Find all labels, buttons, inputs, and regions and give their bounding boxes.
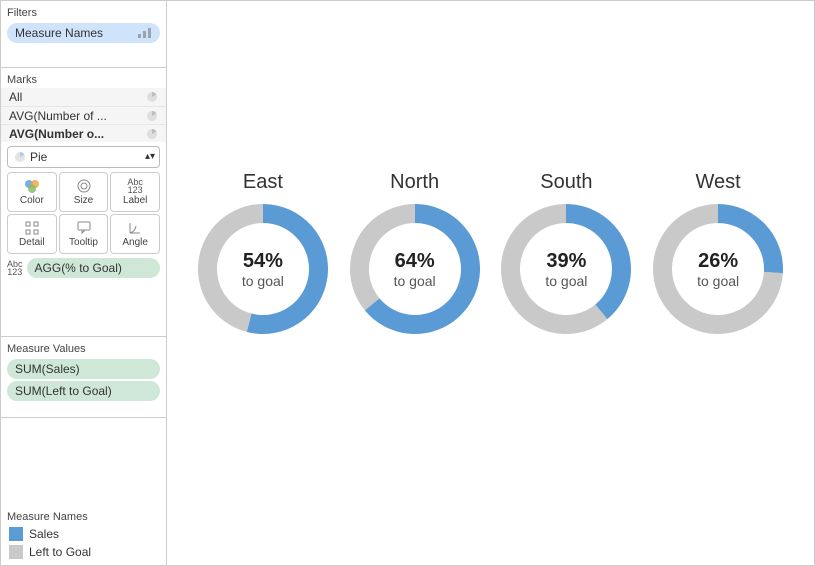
measure-values-header: Measure Values (1, 339, 166, 357)
filters-header: Filters (1, 3, 166, 21)
marks-shelf-row-1: Color Size Abc123 Label (7, 172, 160, 212)
legend-item-label: Sales (29, 527, 59, 541)
marks-label-pill-row: Abc123 AGG(% to Goal) (7, 258, 160, 278)
measure-value-pill[interactable]: SUM(Sales) (7, 359, 160, 379)
donut-caption: to goal (242, 273, 284, 289)
legend-item[interactable]: Sales (1, 525, 166, 543)
legend-list: Sales Left to Goal (1, 525, 166, 561)
size-shelf-button[interactable]: Size (59, 172, 109, 212)
donut-title: North (340, 171, 490, 194)
legend-item-label: Left to Goal (29, 545, 91, 559)
marks-row[interactable]: All (1, 88, 166, 106)
pie-icon (14, 151, 26, 163)
sidebar: Filters Measure Names Marks All AVG(Numbe… (1, 1, 167, 565)
bar-chart-icon (138, 28, 152, 38)
donut-chart[interactable]: 64%to goal (350, 204, 480, 334)
label-icon: Abc123 (127, 179, 143, 193)
marks-panel: Marks All AVG(Number of ... AVG(Number o..… (1, 68, 166, 337)
angle-shelf-button[interactable]: Angle (110, 214, 160, 254)
shelf-button-label: Tooltip (69, 237, 98, 248)
donut-caption: to goal (697, 273, 739, 289)
legend-color-swatch (9, 545, 23, 559)
donut-title: South (491, 171, 641, 194)
filters-panel: Filters Measure Names (1, 1, 166, 68)
donut-percent: 64% (395, 250, 435, 273)
pie-icon (146, 110, 158, 122)
measure-value-pill-label: SUM(Sales) (15, 362, 80, 376)
donut-center-label: 54%to goal (198, 204, 328, 334)
donut-north: North 64%to goal (340, 171, 490, 334)
shelf-button-label: Detail (19, 237, 45, 248)
donut-chart[interactable]: 26%to goal (653, 204, 783, 334)
donut-caption: to goal (545, 273, 587, 289)
label-pill-text: AGG(% to Goal) (35, 261, 122, 275)
donut-title: West (643, 171, 793, 194)
donut-center-label: 64%to goal (350, 204, 480, 334)
shelf-button-label: Size (74, 195, 93, 206)
donut-west: West 26%to goal (643, 171, 793, 334)
donut-center-label: 26%to goal (653, 204, 783, 334)
shelf-button-label: Label (123, 195, 147, 206)
measure-value-pill[interactable]: SUM(Left to Goal) (7, 381, 160, 401)
tooltip-icon (77, 221, 91, 235)
donut-chart[interactable]: 54%to goal (198, 204, 328, 334)
measure-value-pill-label: SUM(Left to Goal) (15, 384, 112, 398)
measure-values-panel: Measure Values SUM(Sales) SUM(Left to Goa… (1, 337, 166, 418)
marks-header: Marks (1, 70, 166, 88)
donut-percent: 26% (698, 250, 738, 273)
donut-caption: to goal (394, 273, 436, 289)
marks-row[interactable]: AVG(Number of ... (1, 106, 166, 124)
detail-shelf-button[interactable]: Detail (7, 214, 57, 254)
label-pill-agg-pct-to-goal[interactable]: AGG(% to Goal) (27, 258, 160, 278)
donut-chart[interactable]: 39%to goal (501, 204, 631, 334)
legend-header: Measure Names (1, 507, 166, 525)
detail-icon (25, 221, 39, 235)
marks-row[interactable]: AVG(Number o... (1, 124, 166, 142)
updown-icon: ▴▾ (145, 152, 155, 162)
legend-color-swatch (9, 527, 23, 541)
filter-pill-measure-names[interactable]: Measure Names (7, 23, 160, 43)
color-icon (24, 179, 40, 193)
marks-row-label: AVG(Number of ... (9, 109, 107, 123)
marks-shelf-row-2: Detail Tooltip Angle (7, 214, 160, 254)
marks-rows: All AVG(Number of ... AVG(Number o... (1, 88, 166, 142)
chart-grid: East54%to goalNorth64%to goalSouth39%to … (167, 171, 814, 334)
tooltip-shelf-button[interactable]: Tooltip (59, 214, 109, 254)
marks-row-label: AVG(Number o... (9, 127, 104, 141)
angle-icon (128, 221, 142, 235)
donut-title: East (188, 171, 338, 194)
label-shelf-button[interactable]: Abc123 Label (110, 172, 160, 212)
donut-percent: 39% (546, 250, 586, 273)
filter-pill-label: Measure Names (15, 26, 103, 40)
size-icon (76, 179, 92, 193)
pie-icon (146, 128, 158, 140)
color-shelf-button[interactable]: Color (7, 172, 57, 212)
sidebar-spacer (1, 418, 166, 505)
shelf-button-label: Color (20, 195, 44, 206)
donut-percent: 54% (243, 250, 283, 273)
shelf-button-label: Angle (122, 237, 148, 248)
mark-type-label: Pie (30, 150, 47, 164)
measure-values-list: SUM(Sales) SUM(Left to Goal) (1, 359, 166, 401)
donut-south: South 39%to goal (491, 171, 641, 334)
donut-east: East 54%to goal (188, 171, 338, 334)
legend-panel: Measure Names Sales Left to Goal (1, 505, 166, 565)
chart-canvas: East54%to goalNorth64%to goalSouth39%to … (167, 1, 814, 565)
pie-icon (146, 91, 158, 103)
marks-row-label: All (9, 90, 22, 104)
donut-center-label: 39%to goal (501, 204, 631, 334)
label-shelf-icon: Abc123 (7, 260, 23, 276)
app-root: Filters Measure Names Marks All AVG(Numbe… (0, 0, 815, 566)
legend-item[interactable]: Left to Goal (1, 543, 166, 561)
mark-type-dropdown[interactable]: Pie ▴▾ (7, 146, 160, 168)
